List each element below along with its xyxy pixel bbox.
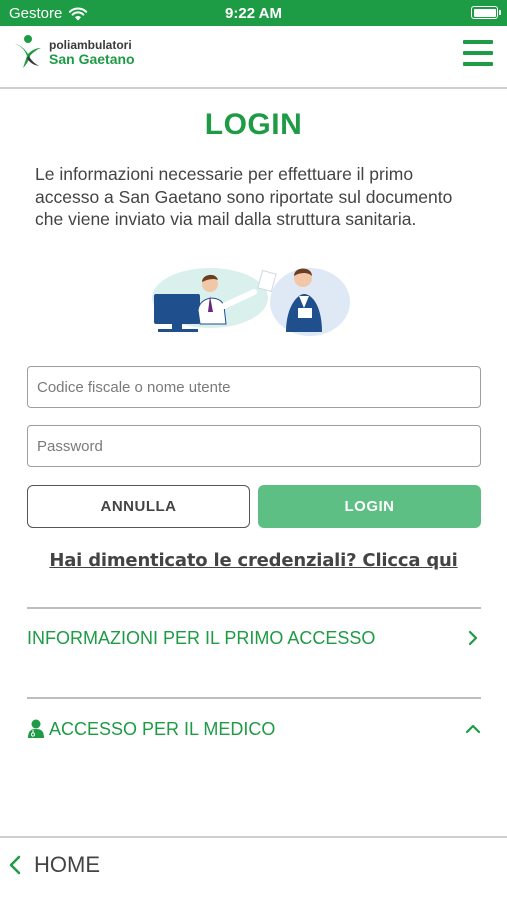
logo[interactable]: poliambulatori San Gaetano <box>13 34 135 70</box>
app-header: poliambulatori San Gaetano <box>0 26 507 89</box>
login-button[interactable]: LOGIN <box>258 485 481 528</box>
logo-mark-icon <box>15 35 41 68</box>
status-bar: Gestore 9:22 AM <box>0 0 507 26</box>
doctor-access-label: ACCESSO PER IL MEDICO <box>49 718 276 739</box>
intro-text: Le informazioni necessarie per effettuar… <box>35 164 453 229</box>
menu-line <box>463 40 493 44</box>
battery-icon <box>471 6 501 19</box>
login-illustration <box>152 268 350 336</box>
home-label: HOME <box>34 852 100 877</box>
page-title: LOGIN <box>204 108 303 141</box>
menu-line <box>463 62 493 66</box>
divider <box>27 607 481 609</box>
divider <box>27 697 481 699</box>
doctor-icon <box>28 719 44 738</box>
first-access-label: INFORMAZIONI PER IL PRIMO ACCESSO <box>27 627 376 648</box>
hamburger-menu-icon[interactable] <box>463 40 493 66</box>
logo-text: poliambulatori San Gaetano <box>49 39 135 66</box>
first-access-info-row[interactable]: INFORMAZIONI PER IL PRIMO ACCESSO <box>27 618 481 658</box>
cancel-button[interactable]: ANNULLA <box>27 485 250 528</box>
status-time: 9:22 AM <box>225 5 282 22</box>
monitor <box>154 294 200 324</box>
chevron-right-icon <box>468 630 478 646</box>
username-input[interactable] <box>27 366 481 408</box>
doctor-access-row[interactable]: ACCESSO PER IL MEDICO <box>27 709 481 749</box>
bottom-bar: HOME <box>0 836 507 900</box>
home-link[interactable]: HOME <box>8 852 100 878</box>
logo-line1: poliambulatori <box>49 37 132 52</box>
menu-line <box>463 51 493 55</box>
chevron-left-icon <box>9 855 21 875</box>
forgot-credentials-link[interactable]: Hai dimenticato le credenziali? Clicca q… <box>0 550 507 571</box>
chevron-up-icon <box>465 724 481 734</box>
password-input[interactable] <box>27 425 481 467</box>
person-right-paper <box>298 308 312 318</box>
logo-line2: San Gaetano <box>49 50 135 67</box>
desk <box>158 329 198 332</box>
